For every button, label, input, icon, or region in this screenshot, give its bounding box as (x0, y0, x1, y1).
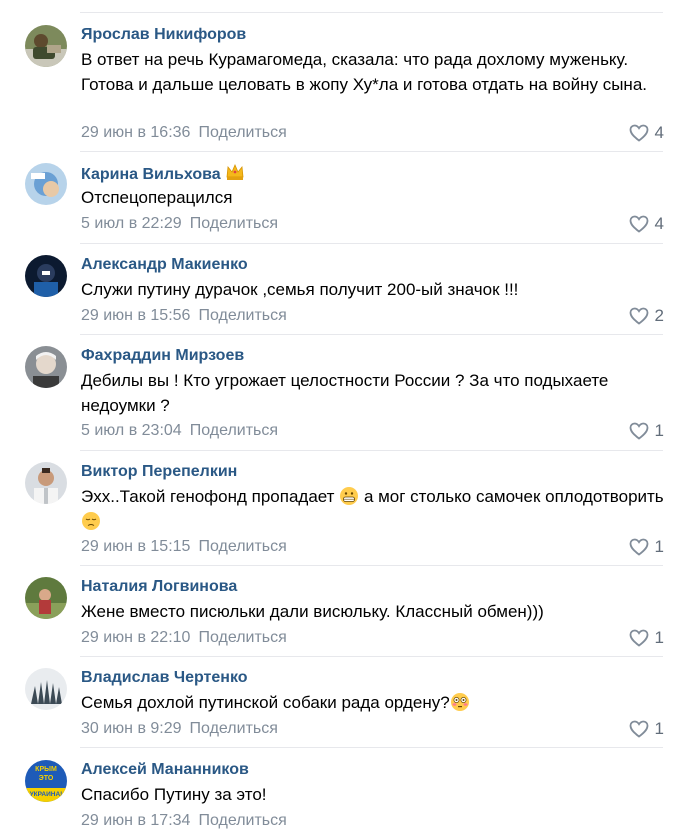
avatar[interactable] (25, 346, 67, 388)
author-name[interactable]: Владислав Чертенко (81, 668, 248, 687)
avatar-badge-line: КРЫМ (35, 766, 57, 773)
comment-date[interactable]: 29 июн в 15:56 (81, 307, 190, 324)
like-count: 2 (654, 306, 664, 325)
avatar[interactable] (25, 668, 67, 710)
comment-date[interactable]: 29 июн в 22:10 (81, 629, 190, 646)
share-link[interactable]: Поделиться (198, 629, 286, 646)
share-link[interactable]: Поделиться (190, 720, 278, 737)
like-count: 1 (654, 537, 664, 556)
comment-separator (80, 747, 663, 748)
avatar[interactable] (25, 25, 67, 67)
avatar[interactable] (25, 255, 67, 297)
author-name[interactable]: Виктор Перепелкин (81, 462, 237, 481)
pensive-emoji-icon (81, 511, 101, 531)
share-link[interactable]: Поделиться (198, 538, 286, 555)
comment-separator (80, 565, 663, 566)
heart-outline-icon (629, 124, 648, 142)
avatar[interactable]: КРЫМ ЭТО УКРАИНА! (25, 760, 67, 802)
comment-meta: 29 июн в 15:56 Поделиться (81, 306, 287, 326)
like-count: 1 (654, 421, 664, 440)
comment-text: Дебилы вы ! Кто угрожает целостности Рос… (81, 371, 609, 415)
heart-outline-icon (629, 215, 648, 233)
like-count: 4 (654, 123, 664, 142)
author-name[interactable]: Ярослав Никифоров (81, 25, 246, 44)
heart-outline-icon (629, 720, 648, 738)
author-name[interactable]: Карина Вильхова (81, 163, 245, 186)
like-button[interactable]: 4 (629, 123, 664, 143)
like-button[interactable]: 1 (629, 421, 664, 441)
comment-text-part: а мог столько самочек оплодотворить (363, 487, 664, 506)
comment-text-part: Семья дохлой путинской собаки рада орден… (81, 693, 450, 712)
comment-text: Эхх..Такой генофонд пропадает а мог стол… (81, 484, 666, 534)
heart-outline-icon (629, 538, 648, 556)
comment-date[interactable]: 29 июн в 16:36 (81, 124, 190, 141)
like-button[interactable]: 2 (629, 306, 664, 326)
grimacing-emoji-icon (339, 486, 359, 506)
like-button[interactable]: 1 (629, 628, 664, 648)
share-link[interactable]: Поделиться (198, 307, 286, 324)
avatar-badge-line: ЭТО (39, 775, 54, 782)
like-button[interactable]: 1 (629, 537, 664, 557)
comment-text: В ответ на речь Курамагомеда, сказала: ч… (81, 50, 647, 94)
comment-meta: 29 июн в 16:36 Поделиться (81, 123, 287, 143)
like-count: 1 (654, 719, 664, 738)
comment-date[interactable]: 5 июл в 23:04 (81, 422, 182, 439)
heart-outline-icon (629, 422, 648, 440)
comment-text: Служи путину дурачок ,семья получит 200-… (81, 280, 519, 299)
comment-text: Отспецоперацился (81, 188, 233, 207)
like-count: 1 (654, 628, 664, 647)
author-name[interactable]: Александр Макиенко (81, 255, 248, 274)
comment-date[interactable]: 29 июн в 17:34 (81, 812, 190, 829)
flushed-emoji-icon (450, 692, 470, 712)
comment-text: Семья дохлой путинской собаки рада орден… (81, 690, 666, 715)
top-divider (80, 12, 663, 13)
share-link[interactable]: Поделиться (198, 812, 286, 829)
comment-meta: 5 июл в 23:04 Поделиться (81, 421, 278, 441)
comment-separator (80, 334, 663, 335)
author-name-text[interactable]: Карина Вильхова (81, 166, 221, 183)
crown-emoji-icon (225, 163, 245, 186)
comment-meta: 29 июн в 15:15 Поделиться (81, 537, 287, 557)
comment-separator (80, 656, 663, 657)
comment-meta: 5 июл в 22:29 Поделиться (81, 214, 278, 234)
like-button[interactable]: 4 (629, 214, 664, 234)
avatar[interactable] (25, 577, 67, 619)
comment-separator (80, 243, 663, 244)
comment-meta: 30 июн в 9:29 Поделиться (81, 719, 278, 739)
author-name[interactable]: Фахраддин Мирзоев (81, 346, 244, 365)
author-name[interactable]: Наталия Логвинова (81, 577, 237, 596)
comment-meta: 29 июн в 17:34 Поделиться (81, 811, 287, 831)
like-button[interactable]: 1 (629, 719, 664, 739)
comment-text-part: Эхх..Такой генофонд пропадает (81, 487, 335, 506)
comment-date[interactable]: 30 июн в 9:29 (81, 720, 182, 737)
comment-date[interactable]: 29 июн в 15:15 (81, 538, 190, 555)
comment-separator (80, 151, 663, 152)
avatar[interactable] (25, 163, 67, 205)
avatar-badge-line: УКРАИНА! (30, 791, 63, 798)
comment-text: Спасибо Путину за это! (81, 785, 267, 804)
comment-text: Жене вместо писюльки дали висюльку. Клас… (81, 602, 544, 621)
comment-date[interactable]: 5 июл в 22:29 (81, 215, 182, 232)
share-link[interactable]: Поделиться (190, 422, 278, 439)
share-link[interactable]: Поделиться (198, 124, 286, 141)
share-link[interactable]: Поделиться (190, 215, 278, 232)
avatar[interactable] (25, 462, 67, 504)
author-name[interactable]: Алексей Мананников (81, 760, 249, 779)
comment-meta: 29 июн в 22:10 Поделиться (81, 628, 287, 648)
comment-separator (80, 450, 663, 451)
heart-outline-icon (629, 307, 648, 325)
heart-outline-icon (629, 629, 648, 647)
like-count: 4 (654, 214, 664, 233)
